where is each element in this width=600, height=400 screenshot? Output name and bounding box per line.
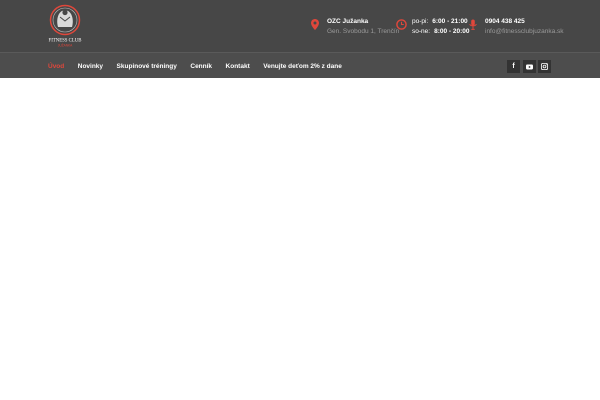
contact-email[interactable]: info@fitnessclubjuzanka.sk xyxy=(485,27,564,37)
hours-row-weekdays: po-pi: 6:00 - 21:00 xyxy=(412,18,468,25)
nav-item-cennik[interactable]: Cenník xyxy=(190,63,212,70)
main-menu: Úvod Novinky Skupinové tréningy Cenník K… xyxy=(48,53,355,79)
svg-text:JUŽANKA: JUŽANKA xyxy=(58,43,73,48)
top-header: FITNESS CLUB JUŽANKA OZC Južanka Gen. Sv… xyxy=(0,0,600,52)
address-line: Gen. Svobodu 1, Trenčín xyxy=(327,27,400,35)
contact-phone[interactable]: 0904 438 425 xyxy=(485,17,564,27)
hours-row-weekend: so-ne: 8:00 - 20:00 xyxy=(412,27,470,35)
main-navigation-bar: Úvod Novinky Skupinové tréningy Cenník K… xyxy=(0,52,600,78)
address-block: OZC Južanka Gen. Svobodu 1, Trenčín xyxy=(311,17,400,36)
address-title: OZC Južanka xyxy=(327,18,369,25)
nav-item-venujte-2-percenta[interactable]: Venujte deťom 2% z dane xyxy=(263,63,342,70)
nav-item-uvod[interactable]: Úvod xyxy=(48,63,64,70)
clock-icon xyxy=(396,19,407,34)
main-content-area xyxy=(0,78,600,400)
contact-block: 0904 438 425 info@fitnessclubjuzanka.sk xyxy=(469,17,564,37)
microphone-icon xyxy=(469,19,477,34)
nav-item-kontakt[interactable]: Kontakt xyxy=(226,63,250,70)
nav-item-novinky[interactable]: Novinky xyxy=(78,63,103,70)
instagram-icon xyxy=(541,63,548,70)
facebook-icon: f xyxy=(512,63,515,70)
opening-hours-block: po-pi: 6:00 - 21:00 so-ne: 8:00 - 20:00 xyxy=(396,17,470,36)
instagram-button[interactable] xyxy=(538,60,551,73)
fitness-club-logo[interactable]: FITNESS CLUB JUŽANKA xyxy=(46,4,84,48)
youtube-icon xyxy=(526,64,533,70)
youtube-button[interactable] xyxy=(523,60,536,73)
facebook-button[interactable]: f xyxy=(507,60,520,73)
map-marker-icon xyxy=(311,19,319,34)
nav-item-skupinove-treningy[interactable]: Skupinové tréningy xyxy=(117,63,177,70)
